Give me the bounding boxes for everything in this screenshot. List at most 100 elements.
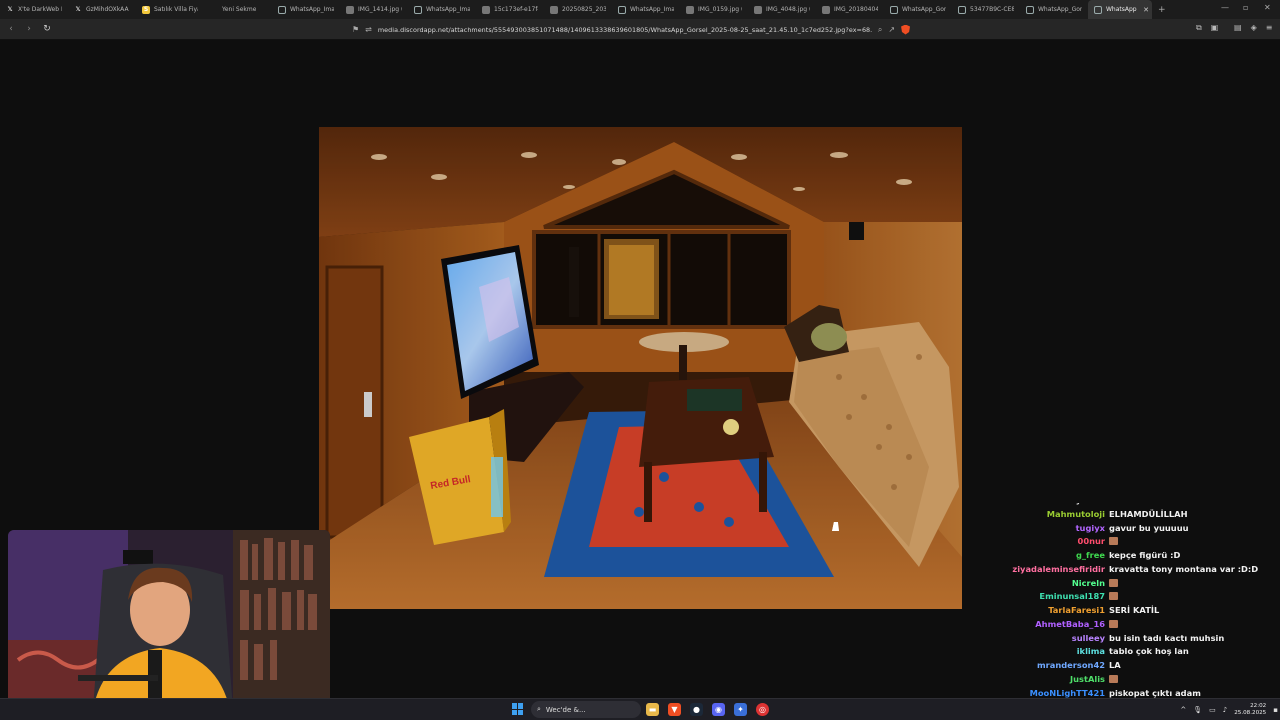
clock-time: 22:02 [1250, 703, 1267, 709]
bookmark-icon[interactable]: ⚑ [352, 25, 359, 34]
maximize-icon[interactable]: ▫ [1243, 3, 1248, 12]
browser-tab[interactable]: 53477B9C-CE8 [952, 0, 1020, 19]
chat-username[interactable]: ziyadaleminsefiridir [1012, 564, 1105, 574]
close-tab-icon[interactable]: ✕ [1143, 6, 1149, 14]
globe-icon [414, 5, 422, 14]
browser-tab[interactable]: 20250825_2030 [544, 0, 612, 19]
share-icon[interactable]: ↗ [888, 25, 895, 34]
chat-username[interactable]: tugiyx [1076, 523, 1105, 533]
image-icon [822, 5, 830, 14]
chrome-icon[interactable]: ◎ [756, 703, 769, 716]
steam-icon[interactable]: ● [690, 703, 703, 716]
chat-text [1109, 536, 1118, 546]
chat-message: TarlaFaresi1 SERİ KATİL [900, 605, 1280, 619]
chat-username[interactable]: sulleey [1072, 633, 1105, 643]
forward-icon[interactable]: › [22, 22, 36, 36]
app-icon[interactable]: ✦ [734, 703, 747, 716]
chat-username[interactable]: TarlaFaresi1 [1048, 605, 1105, 615]
chat-username[interactable]: iklima [1077, 646, 1105, 656]
chat-username[interactable]: g_free [1076, 550, 1105, 560]
tab-label: X'te DarkWeb H [18, 6, 62, 13]
brave-shield-icon[interactable] [901, 24, 910, 35]
chat-username[interactable]: Mahmutoloji [1047, 509, 1105, 519]
chat-message: JustAlis [900, 674, 1280, 688]
chat-text: tablo çok hoş lan [1109, 646, 1189, 657]
wallet-icon[interactable]: ▣ [1211, 23, 1219, 33]
tab-label: IMG_4048.jpg ( [766, 6, 810, 13]
menu-icon[interactable]: ≡ [1266, 23, 1273, 32]
browser-tab[interactable]: WhatsApp_Imag [612, 0, 680, 19]
browser-tab[interactable]: 𝕏 X'te DarkWeb H [0, 0, 68, 19]
back-icon[interactable]: ‹ [4, 22, 18, 36]
sidebar-icon[interactable]: ▤ [1234, 23, 1242, 32]
chat-username[interactable]: mranderson42 [1037, 660, 1105, 670]
address-bar[interactable]: ⚑ ⇌ media.discordapp.net/attachments/555… [352, 22, 910, 37]
tab-label: Satılık Villa Fiyat [154, 6, 198, 13]
network-icon[interactable]: ▭ [1209, 706, 1216, 714]
browser-tab[interactable]: IMG_1414.jpg ( [340, 0, 408, 19]
volume-icon[interactable]: ♪ [1223, 706, 1227, 714]
globe-icon [1094, 5, 1102, 14]
tab-label: Yeni Sekme [222, 6, 257, 13]
chat-username[interactable]: 00nur [1078, 536, 1105, 546]
browser-tab[interactable]: 15c173ef-e17f- [476, 0, 544, 19]
windows-start-icon[interactable] [512, 703, 524, 715]
browser-tab[interactable]: WhatsApp_Gors [1020, 0, 1088, 19]
reload-icon[interactable]: ↻ [40, 22, 54, 36]
chat-username[interactable]: JustAlis [1070, 674, 1105, 684]
extensions-icon[interactable]: ⧉ [1196, 23, 1202, 33]
globe-icon [958, 5, 966, 14]
url-text[interactable]: media.discordapp.net/attachments/5554930… [378, 26, 872, 34]
globe-icon [890, 5, 898, 14]
browser-tab[interactable]: Yeni Sekme [204, 0, 272, 19]
chat-username[interactable]: MooNLighTT421 [1030, 688, 1105, 698]
chat-username[interactable]: SkyTw0o [1064, 503, 1105, 505]
chat-message: tugiyx gavur bu yuuuuu [900, 523, 1280, 537]
browser-tab[interactable]: IMG_20180404_ [816, 0, 884, 19]
chat-message: 00nur [900, 536, 1280, 550]
tab-label: WhatsApp_Gors [902, 6, 946, 13]
chat-username[interactable]: Nicreln [1072, 578, 1105, 588]
chat-text: LA [1109, 660, 1121, 670]
notification-icon[interactable]: ▪ [1273, 706, 1278, 714]
chat-username[interactable]: AhmetBaba_16 [1035, 619, 1105, 629]
chat-username[interactable]: Eminunsal187 [1039, 591, 1105, 601]
discord-icon[interactable]: ◉ [712, 703, 725, 716]
new-tab-icon[interactable]: + [1152, 5, 1172, 15]
stream-chat: SkyTw0o Mahmutoloji ELHAMDÜLİLLAH tugiyx gav… [900, 497, 1280, 720]
browser-tab[interactable]: WhatsApp ✕ [1088, 0, 1152, 19]
system-tray: ^ 🎙 ▭ ♪ 22:02 25.08.2025 ▪ [1180, 700, 1278, 720]
close-window-icon[interactable]: ✕ [1264, 3, 1271, 12]
browser-tab[interactable]: WhatsApp_Imag [272, 0, 340, 19]
chat-text: gavur bu yuuuuu [1109, 522, 1189, 533]
tab-label: 15c173ef-e17f- [494, 6, 538, 13]
browser-tab[interactable]: WhatsApp_Gors [884, 0, 952, 19]
brave-icon[interactable]: ▼ [668, 703, 681, 716]
chat-text [1109, 619, 1118, 629]
site-settings-icon[interactable]: ⇌ [365, 25, 372, 34]
chat-message: Mahmutoloji ELHAMDÜLİLLAH [900, 509, 1280, 523]
tab-label: IMG_0159.jpg ( [698, 6, 742, 13]
chat-text: kepçe figürü :D [1109, 550, 1181, 560]
tab-label: WhatsApp_Imag [290, 6, 334, 13]
chat-text: bu isin tadı kactı muhsin [1109, 632, 1225, 643]
emote-icon [1109, 578, 1118, 587]
browser-tab[interactable]: WhatsApp_Imag [408, 0, 476, 19]
chat-text: SERİ KATİL [1109, 605, 1160, 615]
chat-message: Eminunsal187 [900, 591, 1280, 605]
vpn-icon[interactable]: ◈ [1251, 23, 1257, 32]
browser-tab[interactable]: IMG_4048.jpg ( [748, 0, 816, 19]
chat-text [1109, 674, 1118, 684]
tray-chevron-icon[interactable]: ^ [1180, 706, 1186, 714]
minimize-icon[interactable]: — [1221, 3, 1229, 12]
browser-tab[interactable]: IMG_0159.jpg ( [680, 0, 748, 19]
taskbar-search[interactable]: ⌕ Wec'de &... [531, 701, 641, 718]
browser-tab[interactable]: 𝕏 GzMihdOXkAA [68, 0, 136, 19]
clock[interactable]: 22:02 25.08.2025 [1234, 703, 1266, 717]
toolbar-right-icons: ▤ ◈ ≡ [1234, 23, 1272, 32]
file-explorer-icon[interactable]: ▬ [646, 703, 659, 716]
zoom-icon[interactable]: ⌕ [878, 25, 882, 35]
browser-tab[interactable]: S Satılık Villa Fiyat [136, 0, 204, 19]
microphone-icon[interactable]: 🎙 [1193, 706, 1202, 714]
chat-message: SkyTw0o [900, 503, 1280, 509]
